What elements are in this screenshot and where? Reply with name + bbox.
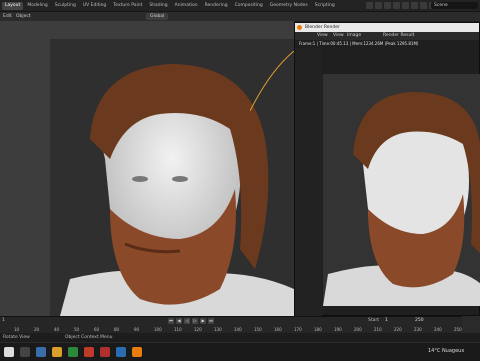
windows-start-icon[interactable] <box>4 347 14 357</box>
render-window-title: Blender Render <box>305 25 340 30</box>
timeline-tick: 110 <box>174 327 182 332</box>
start-label: Start <box>368 318 379 323</box>
scene-field[interactable]: Scene <box>431 2 478 9</box>
timeline-tick: 200 <box>354 327 362 332</box>
timeline-tick: 100 <box>154 327 162 332</box>
timeline-tick: 120 <box>194 327 202 332</box>
blender-logo-icon <box>297 25 302 30</box>
timeline-tick: 220 <box>394 327 402 332</box>
search-icon[interactable] <box>20 347 30 357</box>
render-result-image <box>323 92 480 306</box>
timeline-tick: 250 <box>454 327 462 332</box>
render-side-panel <box>295 48 322 316</box>
workspace-tab-shading[interactable]: Shading <box>146 2 170 10</box>
workspace-tabs: Layout Modeling Sculpting UV Editing Texture… <box>2 2 338 10</box>
edit-menu[interactable]: Edit <box>3 13 12 20</box>
timeline-tick: 140 <box>234 327 242 332</box>
timeline-tick: 150 <box>254 327 262 332</box>
camera-icon[interactable] <box>384 2 391 9</box>
guide-curve <box>250 51 294 111</box>
transform-orientation[interactable]: Global <box>146 13 169 20</box>
prev-key-icon[interactable]: ◀ <box>176 318 182 324</box>
app-icon-red[interactable] <box>84 347 94 357</box>
image-icon[interactable] <box>393 2 400 9</box>
next-key-icon[interactable]: ▶ <box>200 318 206 324</box>
timeline-tick: 60 <box>94 327 100 332</box>
3d-viewport[interactable] <box>0 21 294 316</box>
timeline-tick: 90 <box>134 327 140 332</box>
file-explorer-icon[interactable] <box>36 347 46 357</box>
weather-widget[interactable]: 14°C Nuageux <box>428 348 464 354</box>
render-window-menubar: View View Image Render Result <box>295 32 479 40</box>
timeline-tick: 240 <box>434 327 442 332</box>
end-field[interactable]: 250 <box>415 318 424 323</box>
timeline-tick: 210 <box>374 327 382 332</box>
object-menu[interactable]: Object <box>16 13 31 20</box>
status-left: Rotate View <box>3 335 30 340</box>
workspace-tab-sculpting[interactable]: Sculpting <box>52 2 79 10</box>
timeline-tick: 230 <box>414 327 422 332</box>
status-mid: Object Context Menu <box>65 335 113 340</box>
settings-icon[interactable] <box>402 2 409 9</box>
image-menu[interactable]: Image <box>347 33 361 39</box>
timeline-tick: 180 <box>314 327 322 332</box>
os-taskbar: 14°C Nuageux <box>0 342 480 361</box>
workspace-tab-modeling[interactable]: Modeling <box>24 2 50 10</box>
timeline-tick: 80 <box>114 327 120 332</box>
timeline[interactable]: 1 ⏮ ◀ ◁ ▷ ▶ ⏭ Start 1 250 10 20 40 50 60 80 90… <box>0 316 480 334</box>
workspace-tab-uv-editing[interactable]: UV Editing <box>80 2 109 10</box>
timeline-tick: 10 <box>14 327 20 332</box>
play-reverse-icon[interactable]: ◁ <box>184 318 190 324</box>
timeline-tick: 130 <box>214 327 222 332</box>
folder-icon[interactable] <box>52 347 62 357</box>
workspace-tab-animation[interactable]: Animation <box>172 2 201 10</box>
workspace-tab-geometry-nodes[interactable]: Geometry Nodes <box>267 2 311 10</box>
transport-controls: ⏮ ◀ ◁ ▷ ▶ ⏭ <box>168 318 214 324</box>
display-icon[interactable] <box>366 2 373 9</box>
blender-taskbar-icon[interactable] <box>132 347 142 357</box>
top-icons <box>366 2 436 9</box>
workspace-tab-layout[interactable]: Layout <box>2 2 24 10</box>
top-menu-bar: Layout Modeling Sculpting UV Editing Texture… <box>0 0 480 12</box>
render-window-titlebar: Blender Render <box>295 23 479 32</box>
workspace-tab-scripting[interactable]: Scripting <box>312 2 338 10</box>
status-bar: Rotate View Object Context Menu <box>0 333 480 342</box>
timeline-tick: 20 <box>34 327 40 332</box>
render-canvas[interactable] <box>323 74 480 306</box>
chrome-icon[interactable] <box>68 347 78 357</box>
play-icon[interactable]: ▷ <box>192 318 198 324</box>
slot-selector[interactable]: Render Result <box>383 33 414 39</box>
timeline-tick: 50 <box>74 327 80 332</box>
timeline-tick: 170 <box>294 327 302 332</box>
view-menu[interactable]: View <box>317 33 328 39</box>
render-icon[interactable] <box>375 2 382 9</box>
timeline-tick: 40 <box>54 327 60 332</box>
workspace-tab-texture-paint[interactable]: Texture Paint <box>110 2 145 10</box>
jump-start-icon[interactable]: ⏮ <box>168 318 174 324</box>
view-icon[interactable] <box>411 2 418 9</box>
workspace-tab-rendering[interactable]: Rendering <box>202 2 231 10</box>
start-field[interactable]: 1 <box>385 318 388 323</box>
view-menu-2[interactable]: View <box>333 33 344 39</box>
edge-icon[interactable] <box>116 347 126 357</box>
layer-icon[interactable] <box>420 2 427 9</box>
timeline-tick: 190 <box>334 327 342 332</box>
timeline-tick: 160 <box>274 327 282 332</box>
app-icon-2[interactable] <box>100 347 110 357</box>
viewport-header: Edit Object Global <box>0 12 480 21</box>
render-window: Blender Render View View Image Render Re… <box>294 22 480 316</box>
render-info-text: Frame:1 | Time:00:45.13 | Mem:1234.26M (… <box>299 41 419 46</box>
workspace-tab-compositing[interactable]: Compositing <box>232 2 266 10</box>
frame-field[interactable]: 1 <box>2 318 5 323</box>
jump-end-icon[interactable]: ⏭ <box>208 318 214 324</box>
